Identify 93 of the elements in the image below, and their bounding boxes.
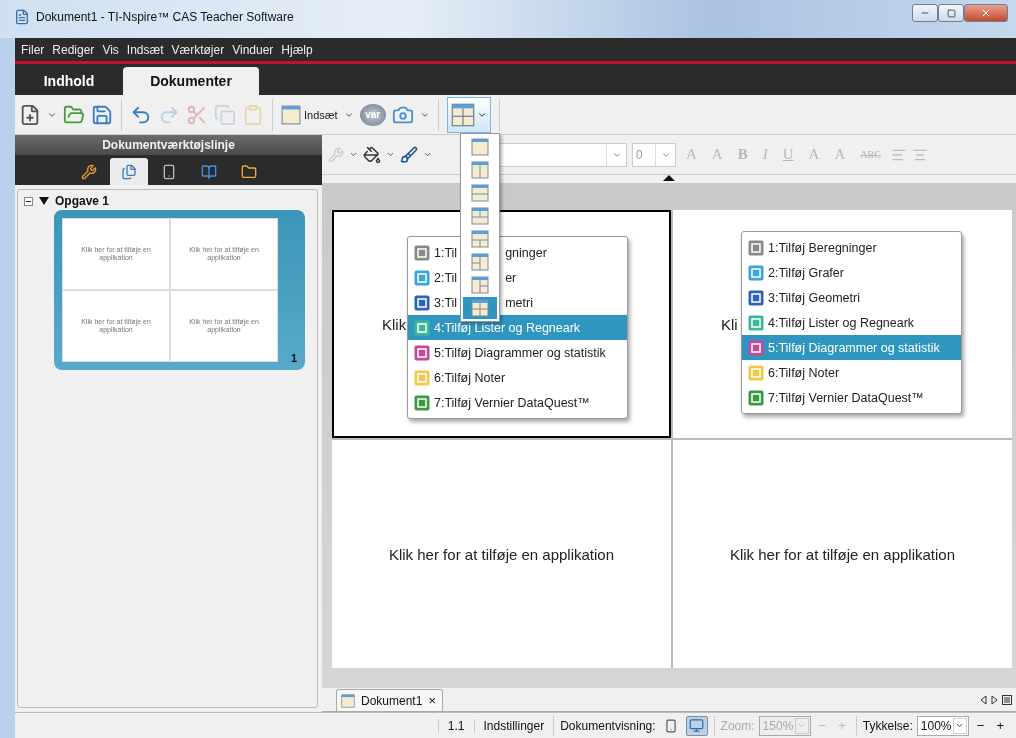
collapse-arrow-icon[interactable] [663, 175, 675, 181]
thickness-field[interactable]: 100% [916, 715, 969, 736]
settings-link[interactable]: Indstillinger [473, 718, 554, 733]
decrease-button[interactable]: − [972, 718, 989, 733]
menu-item[interactable]: 4:Tilføj Lister og Regneark [742, 310, 961, 335]
page-indicator: 1.1 [437, 718, 474, 733]
layout-icon [471, 230, 489, 248]
pages-icon [120, 163, 137, 180]
brush-icon[interactable] [400, 145, 418, 164]
layout-icon [471, 161, 489, 179]
menu-item[interactable]: 2:Tilføj Grafer [742, 260, 961, 285]
layout-button[interactable] [446, 96, 491, 133]
layout-icon [471, 299, 489, 317]
layout-icon [450, 102, 475, 127]
menu-item-text: 2:Til [434, 270, 458, 285]
caret-icon[interactable] [349, 150, 358, 159]
wrench-icon [80, 163, 97, 180]
caret-icon[interactable] [386, 150, 395, 159]
menu-item[interactable]: 6:Tilføj Noter [408, 365, 627, 390]
close-button[interactable] [964, 4, 1008, 22]
menu-item[interactable]: 3:Tilføj Geometri [742, 285, 961, 310]
book-icon [200, 163, 217, 180]
paint-bucket-icon[interactable] [363, 145, 381, 164]
monitor-icon [689, 718, 705, 733]
menu-item[interactable]: 6:Tilføj Noter [742, 360, 961, 385]
close-tab-button[interactable]: × [428, 693, 436, 708]
maximize-button[interactable] [938, 4, 964, 22]
document-tab[interactable]: Dokument1 × [336, 689, 443, 711]
menu-item[interactable]: Værktøjer [171, 42, 225, 57]
application-cell[interactable]: Klik her for at tilføje en applikation [673, 440, 1012, 668]
problem-label[interactable]: Opgave 1 [55, 194, 110, 208]
menu-item[interactable]: 7:Tilføj Vernier DataQuest™ [408, 390, 627, 415]
layout-icon [471, 207, 489, 225]
application-cell[interactable]: Kli 1:Tilføj Beregninger 2:Tilføj Grafer 3:Tilføj Geometri 4:Tilføj Lister og Regneark 5:Tilføj Diagrammer og statistik 6:Tilføj Noter 7:Tilføj Vernier DataQuest™ [673, 210, 1012, 438]
minimize-button[interactable] [912, 4, 938, 22]
menu-item-text: gninger [505, 245, 547, 260]
layout-option[interactable] [463, 297, 497, 319]
list-icon[interactable] [1002, 694, 1012, 705]
menu-item-text: er [505, 270, 517, 285]
page-number: 1 [290, 352, 297, 364]
caret-icon [797, 721, 807, 730]
menu-item[interactable]: Vis [102, 42, 119, 57]
save-icon[interactable] [91, 103, 113, 126]
zoom-label: Zoom: [720, 718, 755, 733]
menu-item[interactable]: 5:Tilføj Diagrammer og statistik [408, 340, 627, 365]
menu-item[interactable]: 1:Til gninger [408, 240, 627, 265]
tab[interactable]: Indhold [15, 67, 123, 95]
application-cell[interactable]: Klik 1:Til gninger 2:Til er 3:Til metri 4:Tilføj Lister og Regneark 5:Tilføj Diagrammer og statistik 6:Tilføj Noter 7:Tilføj Vernier DataQuest™ [332, 210, 671, 438]
application-cell[interactable]: Klik her for at tilføje en applikation [332, 440, 671, 668]
cell-prompt: Klik [382, 315, 407, 333]
previous-icon[interactable] [980, 694, 987, 705]
menu-item-text: 1:Til [434, 245, 458, 260]
layout-icon [471, 184, 489, 202]
app-icon [14, 9, 30, 25]
caret-icon[interactable] [423, 150, 432, 159]
panel-tab[interactable] [109, 158, 148, 185]
cell-prompt: Kli [721, 315, 738, 333]
close-icon [980, 7, 992, 19]
panel-title: Dokumentværktøjslinje [15, 135, 322, 155]
cell-prompt: Klik her for at tilføje en applikation [729, 545, 956, 563]
layout-icon [471, 276, 489, 294]
menu-item-text: metri [505, 295, 533, 310]
thickness-label: Tykkelse: [862, 718, 913, 733]
layout-icon [471, 138, 489, 156]
menu-item[interactable]: 7:Tilføj Vernier DataQuest™ [742, 385, 961, 410]
insert-icon [281, 104, 301, 125]
layout-icon [471, 253, 489, 271]
menu-item[interactable]: Vinduer [232, 42, 274, 57]
tab[interactable]: Dokumenter [123, 67, 259, 95]
menu-item[interactable]: 2:Til er [408, 265, 627, 290]
menu-item[interactable]: 3:Til metri [408, 290, 627, 315]
view-label: Dokumentvisning: [560, 718, 656, 733]
folder-icon [240, 163, 257, 180]
next-icon[interactable] [991, 694, 998, 705]
handheld-icon [663, 718, 678, 733]
folder-icon[interactable] [63, 103, 85, 126]
maximize-icon [946, 8, 956, 18]
menu-item[interactable]: 1:Tilføj Beregninger [742, 235, 961, 260]
menu-item[interactable]: Hjælp [281, 42, 313, 57]
cell-prompt: Klik her for at tilføje en applikation [388, 545, 615, 563]
computer-view-button[interactable] [685, 715, 708, 736]
menu-item[interactable]: Filer [21, 42, 45, 57]
window-title: Dokument1 - TI-Nspire™ CAS Teacher Software [36, 10, 294, 24]
new-document-icon[interactable] [19, 103, 41, 126]
increase-button[interactable]: + [992, 718, 1008, 733]
insert-button[interactable]: Indsæt [281, 104, 338, 125]
caret-icon [955, 721, 965, 730]
collapse-icon[interactable] [24, 196, 33, 206]
clipboard-icon[interactable] [242, 103, 264, 126]
document-icon [341, 693, 355, 708]
menu-item[interactable]: Indsæt [126, 42, 164, 57]
menu-item-text: 3:Til [434, 295, 458, 310]
menu-item[interactable]: Rediger [52, 42, 95, 57]
